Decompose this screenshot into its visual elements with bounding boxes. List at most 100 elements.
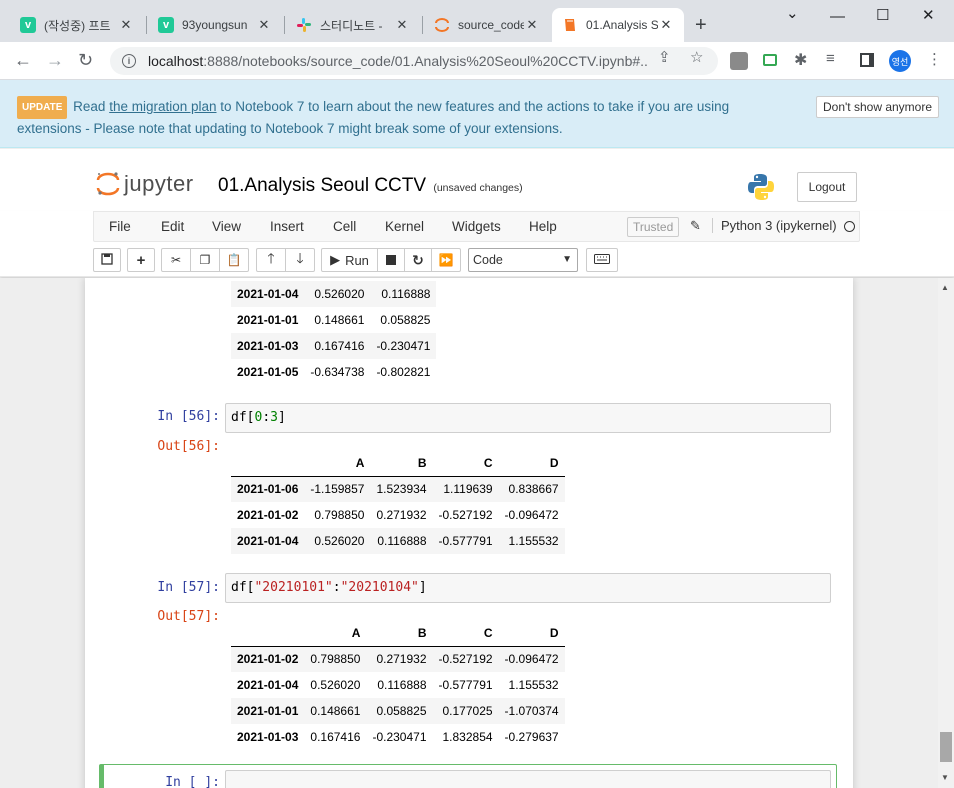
- new-tab-icon[interactable]: +: [695, 14, 707, 37]
- cell-type-select[interactable]: Code ▼: [468, 248, 578, 272]
- menu-file[interactable]: File: [109, 219, 131, 234]
- table-row: 2021-01-03 0.167416 -0.230471 1.832854 -0.27…: [231, 724, 565, 750]
- close-icon[interactable]: ✕: [256, 17, 272, 33]
- cut-button[interactable]: ✂: [161, 248, 191, 272]
- close-icon[interactable]: ✕: [524, 17, 540, 33]
- restart-button[interactable]: ↻: [404, 248, 432, 272]
- browser-tab-1[interactable]: v (작성중) 프트 ✕: [10, 8, 144, 42]
- input-prompt: In [ ]:: [165, 775, 220, 788]
- table-row: 2021-01-02 0.798850 0.271932 -0.527192 -0.09…: [231, 646, 565, 672]
- scroll-up-arrow-icon[interactable]: ▲: [941, 283, 949, 292]
- scissors-icon: ✂: [170, 253, 182, 267]
- share-icon[interactable]: ⇪: [658, 48, 671, 66]
- close-icon[interactable]: ✕: [118, 17, 134, 33]
- cell-value: -0.096472: [504, 508, 559, 522]
- tab-label: 93youngsun: [182, 18, 248, 32]
- kebab-menu-icon[interactable]: ⋮: [927, 50, 942, 68]
- run-label: Run: [345, 252, 369, 268]
- site-info-icon[interactable]: i: [122, 54, 136, 68]
- address-bar[interactable]: i localhost:8888/notebooks/source_code/0…: [110, 47, 718, 75]
- slack-icon: [296, 17, 312, 33]
- media-control-icon[interactable]: ≡: [826, 50, 835, 67]
- menu-help[interactable]: Help: [529, 219, 557, 234]
- row-index: 2021-01-03: [237, 730, 299, 744]
- close-icon[interactable]: ✕: [394, 17, 410, 33]
- side-panel-icon[interactable]: [860, 53, 874, 67]
- close-icon[interactable]: ✕: [658, 17, 674, 33]
- menu-widgets[interactable]: Widgets: [452, 219, 501, 234]
- column-header: C: [432, 450, 499, 477]
- save-button[interactable]: [93, 248, 121, 272]
- notebook-title[interactable]: 01.Analysis Seoul CCTV (unsaved changes): [218, 175, 523, 197]
- table-row: 2021-01-04 0.526020 0.116888: [231, 281, 437, 307]
- edit-pencil-icon[interactable]: ✎: [690, 218, 701, 234]
- page-scrollbar[interactable]: ▲ ▼: [938, 278, 954, 788]
- paste-button[interactable]: 📋: [219, 248, 249, 272]
- save-icon: [101, 252, 113, 268]
- column-header: B: [366, 620, 433, 647]
- cell-value: -0.802821: [376, 365, 431, 379]
- command-palette-button[interactable]: [586, 248, 618, 272]
- move-up-button[interactable]: 🡑: [256, 248, 286, 272]
- kernel-idle-indicator-icon: [844, 221, 855, 232]
- close-window-icon[interactable]: ✕: [922, 6, 935, 24]
- back-arrow-icon[interactable]: ←: [14, 50, 32, 71]
- cell-value: 0.798850: [314, 508, 365, 522]
- url-path: :8888/notebooks/source_code/01.Analysis%…: [203, 53, 648, 69]
- cell-value: -0.577791: [438, 678, 493, 692]
- cell-value: 0.526020: [310, 678, 361, 692]
- scrollbar-thumb[interactable]: [940, 732, 952, 762]
- jupyter-logo[interactable]: jupyter: [96, 171, 194, 197]
- insert-cell-button[interactable]: +: [127, 248, 155, 272]
- scroll-down-arrow-icon[interactable]: ▼: [941, 773, 949, 782]
- notebook-name[interactable]: 01.Analysis Seoul CCTV: [218, 175, 426, 196]
- tab-separator: [146, 16, 147, 34]
- menu-kernel[interactable]: Kernel: [385, 219, 424, 234]
- maximize-icon[interactable]: ☐: [876, 6, 889, 24]
- row-index: 2021-01-03: [237, 339, 299, 353]
- reload-icon[interactable]: ↻: [78, 50, 93, 71]
- menu-edit[interactable]: Edit: [161, 219, 184, 234]
- cell-type-value: Code: [473, 253, 503, 267]
- extension-1-icon[interactable]: [730, 52, 748, 70]
- browser-tab-4[interactable]: source_code/ ✕: [424, 8, 550, 42]
- url-text[interactable]: localhost:8888/notebooks/source_code/01.…: [148, 53, 648, 69]
- interrupt-button[interactable]: [377, 248, 405, 272]
- menu-cell[interactable]: Cell: [333, 219, 356, 234]
- browser-tab-3[interactable]: 스터디노트 - ✕: [286, 8, 420, 42]
- forward-arrow-icon[interactable]: →: [46, 50, 64, 71]
- notebook-scroll-area[interactable]: 2021-01-04 0.526020 0.116888 2021-01-01 0.1…: [0, 278, 938, 788]
- browser-tab-2[interactable]: v 93youngsun ✕: [148, 8, 282, 42]
- minimize-icon[interactable]: —: [830, 8, 845, 25]
- cell-value: 0.116888: [381, 287, 431, 301]
- menu-insert[interactable]: Insert: [270, 219, 304, 234]
- logout-button[interactable]: Logout: [797, 172, 857, 202]
- move-down-button[interactable]: 🡓: [285, 248, 315, 272]
- profile-avatar[interactable]: 영선: [889, 50, 911, 72]
- jupyter-logo-icon: [96, 172, 120, 196]
- menu-view[interactable]: View: [212, 219, 241, 234]
- play-icon: ▶: [330, 252, 341, 267]
- kernel-name[interactable]: Python 3 (ipykernel): [712, 218, 837, 233]
- copy-button[interactable]: ❐: [190, 248, 220, 272]
- run-button[interactable]: ▶ Run: [321, 248, 378, 272]
- cell-value: 0.167416: [310, 730, 361, 744]
- code-input-56[interactable]: df[0:3]: [225, 403, 831, 433]
- code-input-empty[interactable]: [225, 770, 831, 788]
- browser-tab-5-active[interactable]: 01.Analysis S ✕: [552, 8, 684, 42]
- extensions-puzzle-icon[interactable]: ✱: [794, 50, 807, 70]
- cell-value: -0.230471: [372, 730, 427, 744]
- cell-value: 0.058825: [380, 313, 431, 327]
- restart-run-all-button[interactable]: ⏩: [431, 248, 461, 272]
- column-header: B: [370, 450, 433, 477]
- trusted-indicator[interactable]: Trusted: [627, 217, 680, 237]
- extension-2-icon[interactable]: [763, 54, 777, 66]
- cell-value: -0.527192: [438, 508, 493, 522]
- migration-plan-link[interactable]: the migration plan: [109, 99, 216, 114]
- tab-search-chevron-icon[interactable]: ⌄: [786, 4, 799, 22]
- table-row: 2021-01-04 0.526020 0.116888 -0.577791 1.155…: [231, 528, 565, 554]
- dont-show-anymore-button[interactable]: Don't show anymore: [816, 96, 940, 118]
- bookmark-star-icon[interactable]: ☆: [690, 48, 703, 66]
- code-input-57[interactable]: df["20210101":"20210104"]: [225, 573, 831, 603]
- dataframe-output-top: 2021-01-04 0.526020 0.116888 2021-01-01 0.1…: [231, 281, 437, 385]
